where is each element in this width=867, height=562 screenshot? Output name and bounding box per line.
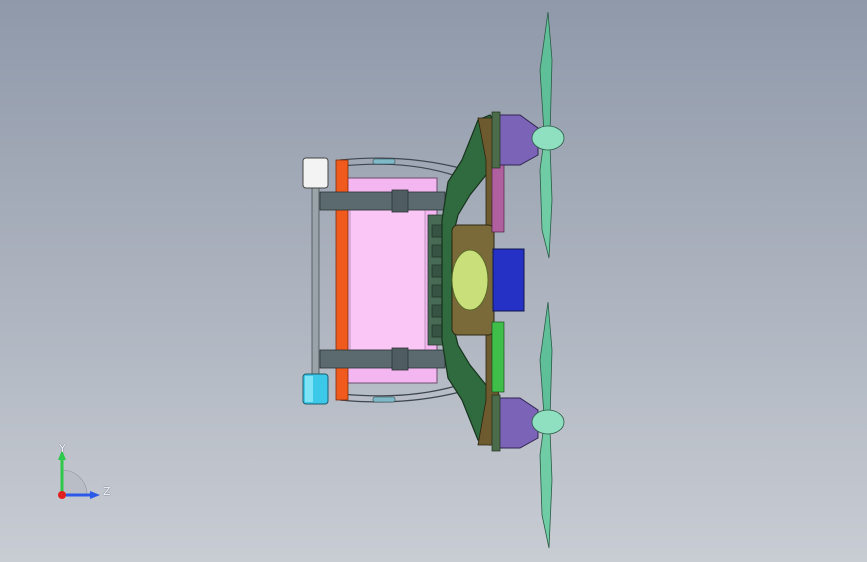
z-axis-label: Z	[103, 485, 111, 498]
x-axis-dot	[58, 491, 66, 499]
motor-bottom[interactable]	[491, 394, 539, 452]
blue-module[interactable]	[492, 248, 525, 312]
propeller-top[interactable]	[531, 11, 565, 259]
magenta-module	[491, 161, 505, 233]
roller-axle	[311, 184, 320, 381]
propeller-bottom[interactable]	[531, 301, 565, 549]
center-lens[interactable]	[451, 249, 489, 311]
cad-viewport[interactable]: Y Z	[0, 0, 867, 562]
battery-inner-panel	[349, 209, 426, 351]
z-axis-arrow	[90, 491, 100, 499]
y-axis-label: Y	[59, 442, 66, 455]
motor-top[interactable]	[491, 111, 539, 169]
white-roller[interactable]	[302, 157, 329, 189]
drone-model[interactable]	[0, 0, 867, 562]
orientation-triad: Y Z	[48, 440, 118, 510]
green-module	[491, 321, 505, 393]
cyan-roller-cap	[305, 376, 313, 402]
